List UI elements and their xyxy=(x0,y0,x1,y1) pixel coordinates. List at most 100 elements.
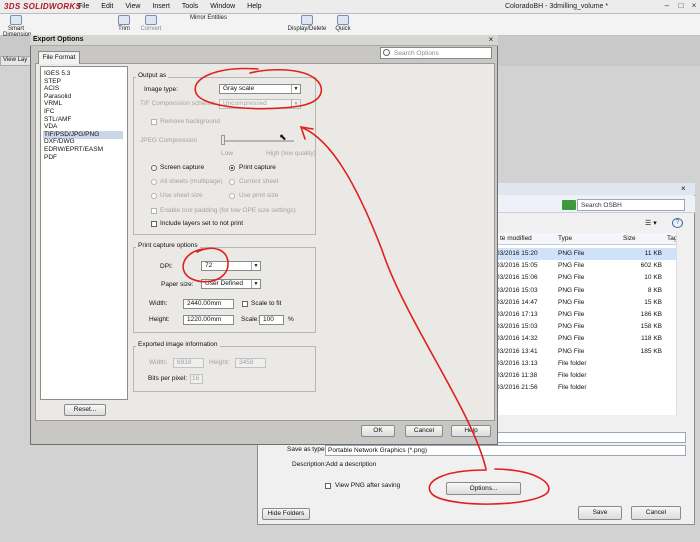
close-icon[interactable]: × xyxy=(687,1,700,13)
view-layout-tab[interactable]: View Lay xyxy=(0,56,32,66)
enable-padding-checkbox[interactable] xyxy=(151,208,157,214)
file-date: 03/2016 14:47 xyxy=(496,298,538,306)
remove-background-checkbox[interactable] xyxy=(151,119,157,125)
search-options-input[interactable]: Search Options xyxy=(380,47,492,59)
help-icon[interactable]: ? xyxy=(672,218,683,228)
options-button[interactable]: Options... xyxy=(446,482,521,495)
description-label: Description: xyxy=(292,461,327,468)
menu-view[interactable]: View xyxy=(125,3,140,10)
height-input[interactable]: 1220.00mm xyxy=(183,315,234,325)
save-as-search-input[interactable]: Search OSBH xyxy=(577,199,685,211)
menu-tools[interactable]: Tools xyxy=(182,3,198,10)
screen-capture-radio[interactable] xyxy=(151,165,157,171)
file-row[interactable]: 03/2016 14:32 PNG File 118 KB xyxy=(496,333,676,345)
file-row[interactable]: 03/2016 21:56 File folder xyxy=(496,382,676,394)
tab-file-format[interactable]: File Format xyxy=(38,51,80,64)
file-size: 158 KB xyxy=(640,323,662,331)
file-row[interactable]: 03/2016 15:20 PNG File 11 KB xyxy=(496,248,676,260)
file-row[interactable]: 03/2016 13:41 PNG File 185 KB xyxy=(496,346,676,358)
exported-image-info-label: Exported image information xyxy=(136,341,220,348)
scale-input[interactable]: 100 xyxy=(259,315,284,325)
menu-window[interactable]: Window xyxy=(210,3,235,10)
column-type[interactable]: Type xyxy=(558,235,572,242)
save-as-type-select[interactable]: Portable Network Graphics (*.png) xyxy=(325,445,686,456)
chevron-down-icon: ▼ xyxy=(291,85,300,93)
quick-snaps-button[interactable]: Quick xyxy=(333,15,353,32)
file-size: 10 KB xyxy=(644,274,662,282)
file-list: 03/2016 15:20 PNG File 11 KB 03/2016 15:05 P… xyxy=(496,245,676,415)
format-list: IGES 5.3 STEP ACIS Parasolid VRML IFC STL/AMF V… xyxy=(40,66,128,400)
file-list-scrollbar[interactable] xyxy=(676,233,686,415)
enable-padding-label: Enable tool padding (for low OPE size se… xyxy=(160,207,296,214)
export-cancel-button[interactable]: Cancel xyxy=(405,425,443,437)
column-date-modified[interactable]: te modified xyxy=(500,235,532,242)
paper-size-select[interactable]: User Defined ▼ xyxy=(201,279,261,289)
menu-file[interactable]: File xyxy=(78,3,89,10)
file-date: 03/2016 15:03 xyxy=(496,323,538,331)
refresh-icon[interactable] xyxy=(562,200,576,210)
file-row[interactable]: 03/2016 17:13 PNG File 186 KB xyxy=(496,309,676,321)
file-row[interactable]: 03/2016 15:06 PNG File 10 KB xyxy=(496,272,676,284)
file-row[interactable]: 03/2016 13:13 File folder xyxy=(496,358,676,370)
trim-button[interactable]: Trim xyxy=(112,15,136,32)
ok-button[interactable]: OK xyxy=(361,425,395,437)
file-date: 03/2016 15:06 xyxy=(496,274,538,282)
smart-dimension-icon xyxy=(10,15,22,25)
use-print-size-radio[interactable] xyxy=(229,193,235,199)
file-row[interactable]: 03/2016 15:03 PNG File 158 KB xyxy=(496,321,676,333)
use-sheet-size-radio[interactable] xyxy=(151,193,157,199)
export-options-close-icon[interactable]: × xyxy=(485,35,497,46)
view-png-checkbox[interactable] xyxy=(325,483,331,489)
hide-folders-button[interactable]: Hide Folders xyxy=(262,508,310,520)
minimize-icon[interactable]: – xyxy=(660,1,674,13)
file-date: 03/2016 15:20 xyxy=(496,250,538,257)
file-row[interactable]: 03/2016 14:47 PNG File 15 KB xyxy=(496,297,676,309)
scale-to-fit-checkbox[interactable] xyxy=(242,301,248,307)
column-size[interactable]: Size xyxy=(623,235,636,242)
description-field[interactable]: Add a description xyxy=(326,461,376,468)
smart-dimension-button[interactable]: Smart Dimension xyxy=(3,15,31,38)
width-input[interactable]: 2440.00mm xyxy=(183,299,234,309)
view-options-icon[interactable]: ☰ ▾ xyxy=(645,219,657,227)
print-capture-radio[interactable] xyxy=(229,165,235,171)
save-as-cancel-button[interactable]: Cancel xyxy=(631,506,681,520)
menu-help[interactable]: Help xyxy=(247,3,261,10)
display-delete-button[interactable]: Display/Delete xyxy=(285,15,329,32)
current-sheet-radio[interactable] xyxy=(229,179,235,185)
maximize-icon[interactable]: □ xyxy=(674,1,688,13)
save-as-type-label: Save as type: xyxy=(287,446,327,453)
jpeg-compression-label: JPEG Compression xyxy=(140,137,198,144)
file-row[interactable]: 03/2016 15:03 PNG File 8 KB xyxy=(496,285,676,297)
use-sheet-size-label: Use sheet size xyxy=(160,192,203,199)
format-item[interactable]: PDF xyxy=(44,154,57,162)
dpi-select[interactable]: 72 ▼ xyxy=(201,261,261,271)
tif-compression-select[interactable]: Uncompressed ▼ xyxy=(219,99,301,109)
width-label: Width: xyxy=(149,300,168,307)
file-row[interactable]: 03/2016 15:05 PNG File 602 KB xyxy=(496,260,676,272)
image-type-select[interactable]: Gray scale ▼ xyxy=(219,84,301,94)
chevron-down-icon: ▼ xyxy=(291,100,300,108)
menu-edit[interactable]: Edit xyxy=(101,3,113,10)
slider-thumb[interactable] xyxy=(221,135,225,145)
slider-high-label: High (low quality) xyxy=(266,150,316,157)
reset-button[interactable]: Reset... xyxy=(64,404,106,416)
file-row[interactable]: 03/2016 11:38 File folder xyxy=(496,370,676,382)
file-list-header: te modified Type Size Tags xyxy=(496,233,684,245)
file-type: PNG File xyxy=(558,274,585,282)
file-date: 03/2016 11:38 xyxy=(496,372,538,379)
file-type: File folder xyxy=(558,384,587,392)
help-button[interactable]: Help xyxy=(451,425,491,437)
all-sheets-radio[interactable] xyxy=(151,179,157,185)
convert-button[interactable]: Convert xyxy=(138,15,164,32)
save-as-close-icon[interactable]: × xyxy=(681,184,686,193)
save-button[interactable]: Save xyxy=(578,506,622,520)
mirror-entities-button[interactable]: Mirror Entities xyxy=(190,15,248,21)
include-layers-label: Include layers set to not print xyxy=(160,220,244,227)
file-size: 186 KB xyxy=(640,311,662,318)
include-layers-checkbox[interactable] xyxy=(151,221,157,227)
display-delete-icon xyxy=(301,15,313,25)
chevron-down-icon: ▼ xyxy=(251,280,260,288)
search-icon xyxy=(383,49,390,56)
menu-insert[interactable]: Insert xyxy=(152,3,170,10)
bits-per-pixel-label: Bits per pixel: xyxy=(148,375,188,382)
